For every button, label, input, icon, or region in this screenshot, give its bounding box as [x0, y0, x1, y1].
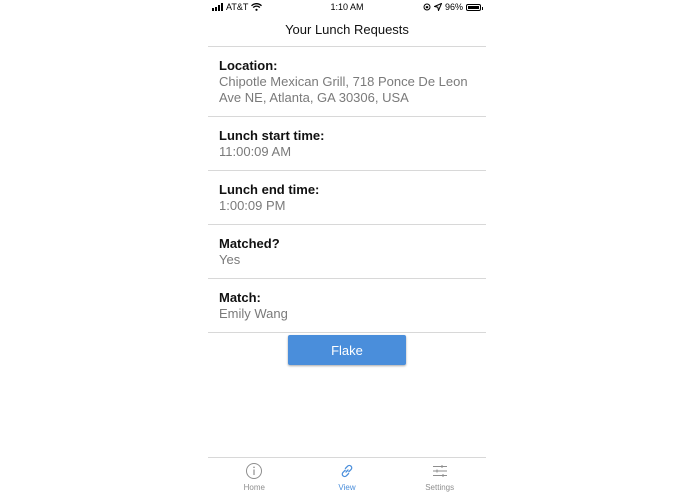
match-label: Match: [219, 290, 261, 305]
info-icon [246, 463, 263, 479]
status-right: 96% [423, 2, 483, 12]
location-value: Chipotle Mexican Grill, 718 Ponce De Leo… [219, 74, 468, 105]
status-bar: AT&T 1:10 AM 96% [208, 0, 486, 15]
location-arrow-icon [433, 3, 442, 11]
detail-row-location: Location: Chipotle Mexican Grill, 718 Po… [208, 47, 486, 117]
page-title: Your Lunch Requests [285, 22, 409, 37]
flake-button[interactable]: Flake [288, 335, 406, 365]
tab-view[interactable]: View [301, 458, 394, 495]
request-detail-list: Location: Chipotle Mexican Grill, 718 Po… [208, 47, 486, 333]
phone-screen: AT&T 1:10 AM 96% Your Lunch Requests Loc… [208, 0, 486, 494]
matched-value: Yes [219, 252, 241, 267]
detail-row-match: Match: Emily Wang [208, 279, 486, 333]
tab-settings-label: Settings [425, 483, 455, 492]
match-value: Emily Wang [219, 306, 288, 321]
battery-percent: 96% [444, 2, 463, 12]
battery-icon [466, 3, 483, 11]
detail-row-start-time: Lunch start time: 11:00:09 AM [208, 117, 486, 171]
end-time-label: Lunch end time: [219, 182, 320, 197]
tab-view-label: View [338, 483, 356, 492]
location-label: Location: [219, 58, 278, 73]
sliders-icon [432, 465, 447, 477]
tab-home-label: Home [243, 483, 265, 492]
tab-settings[interactable]: Settings [393, 458, 486, 495]
detail-row-end-time: Lunch end time: 1:00:09 PM [208, 171, 486, 225]
start-time-label: Lunch start time: [219, 128, 325, 143]
lock-rotation-icon [423, 3, 431, 11]
start-time-value: 11:00:09 AM [219, 144, 292, 159]
matched-label: Matched? [219, 236, 280, 251]
battery-fill [468, 5, 479, 9]
detail-row-matched: Matched? Yes [208, 225, 486, 279]
tab-home[interactable]: Home [208, 458, 301, 495]
link-icon [341, 464, 353, 478]
end-time-value: 1:00:09 PM [219, 198, 286, 213]
tab-bar: Home View Settings [208, 457, 486, 495]
